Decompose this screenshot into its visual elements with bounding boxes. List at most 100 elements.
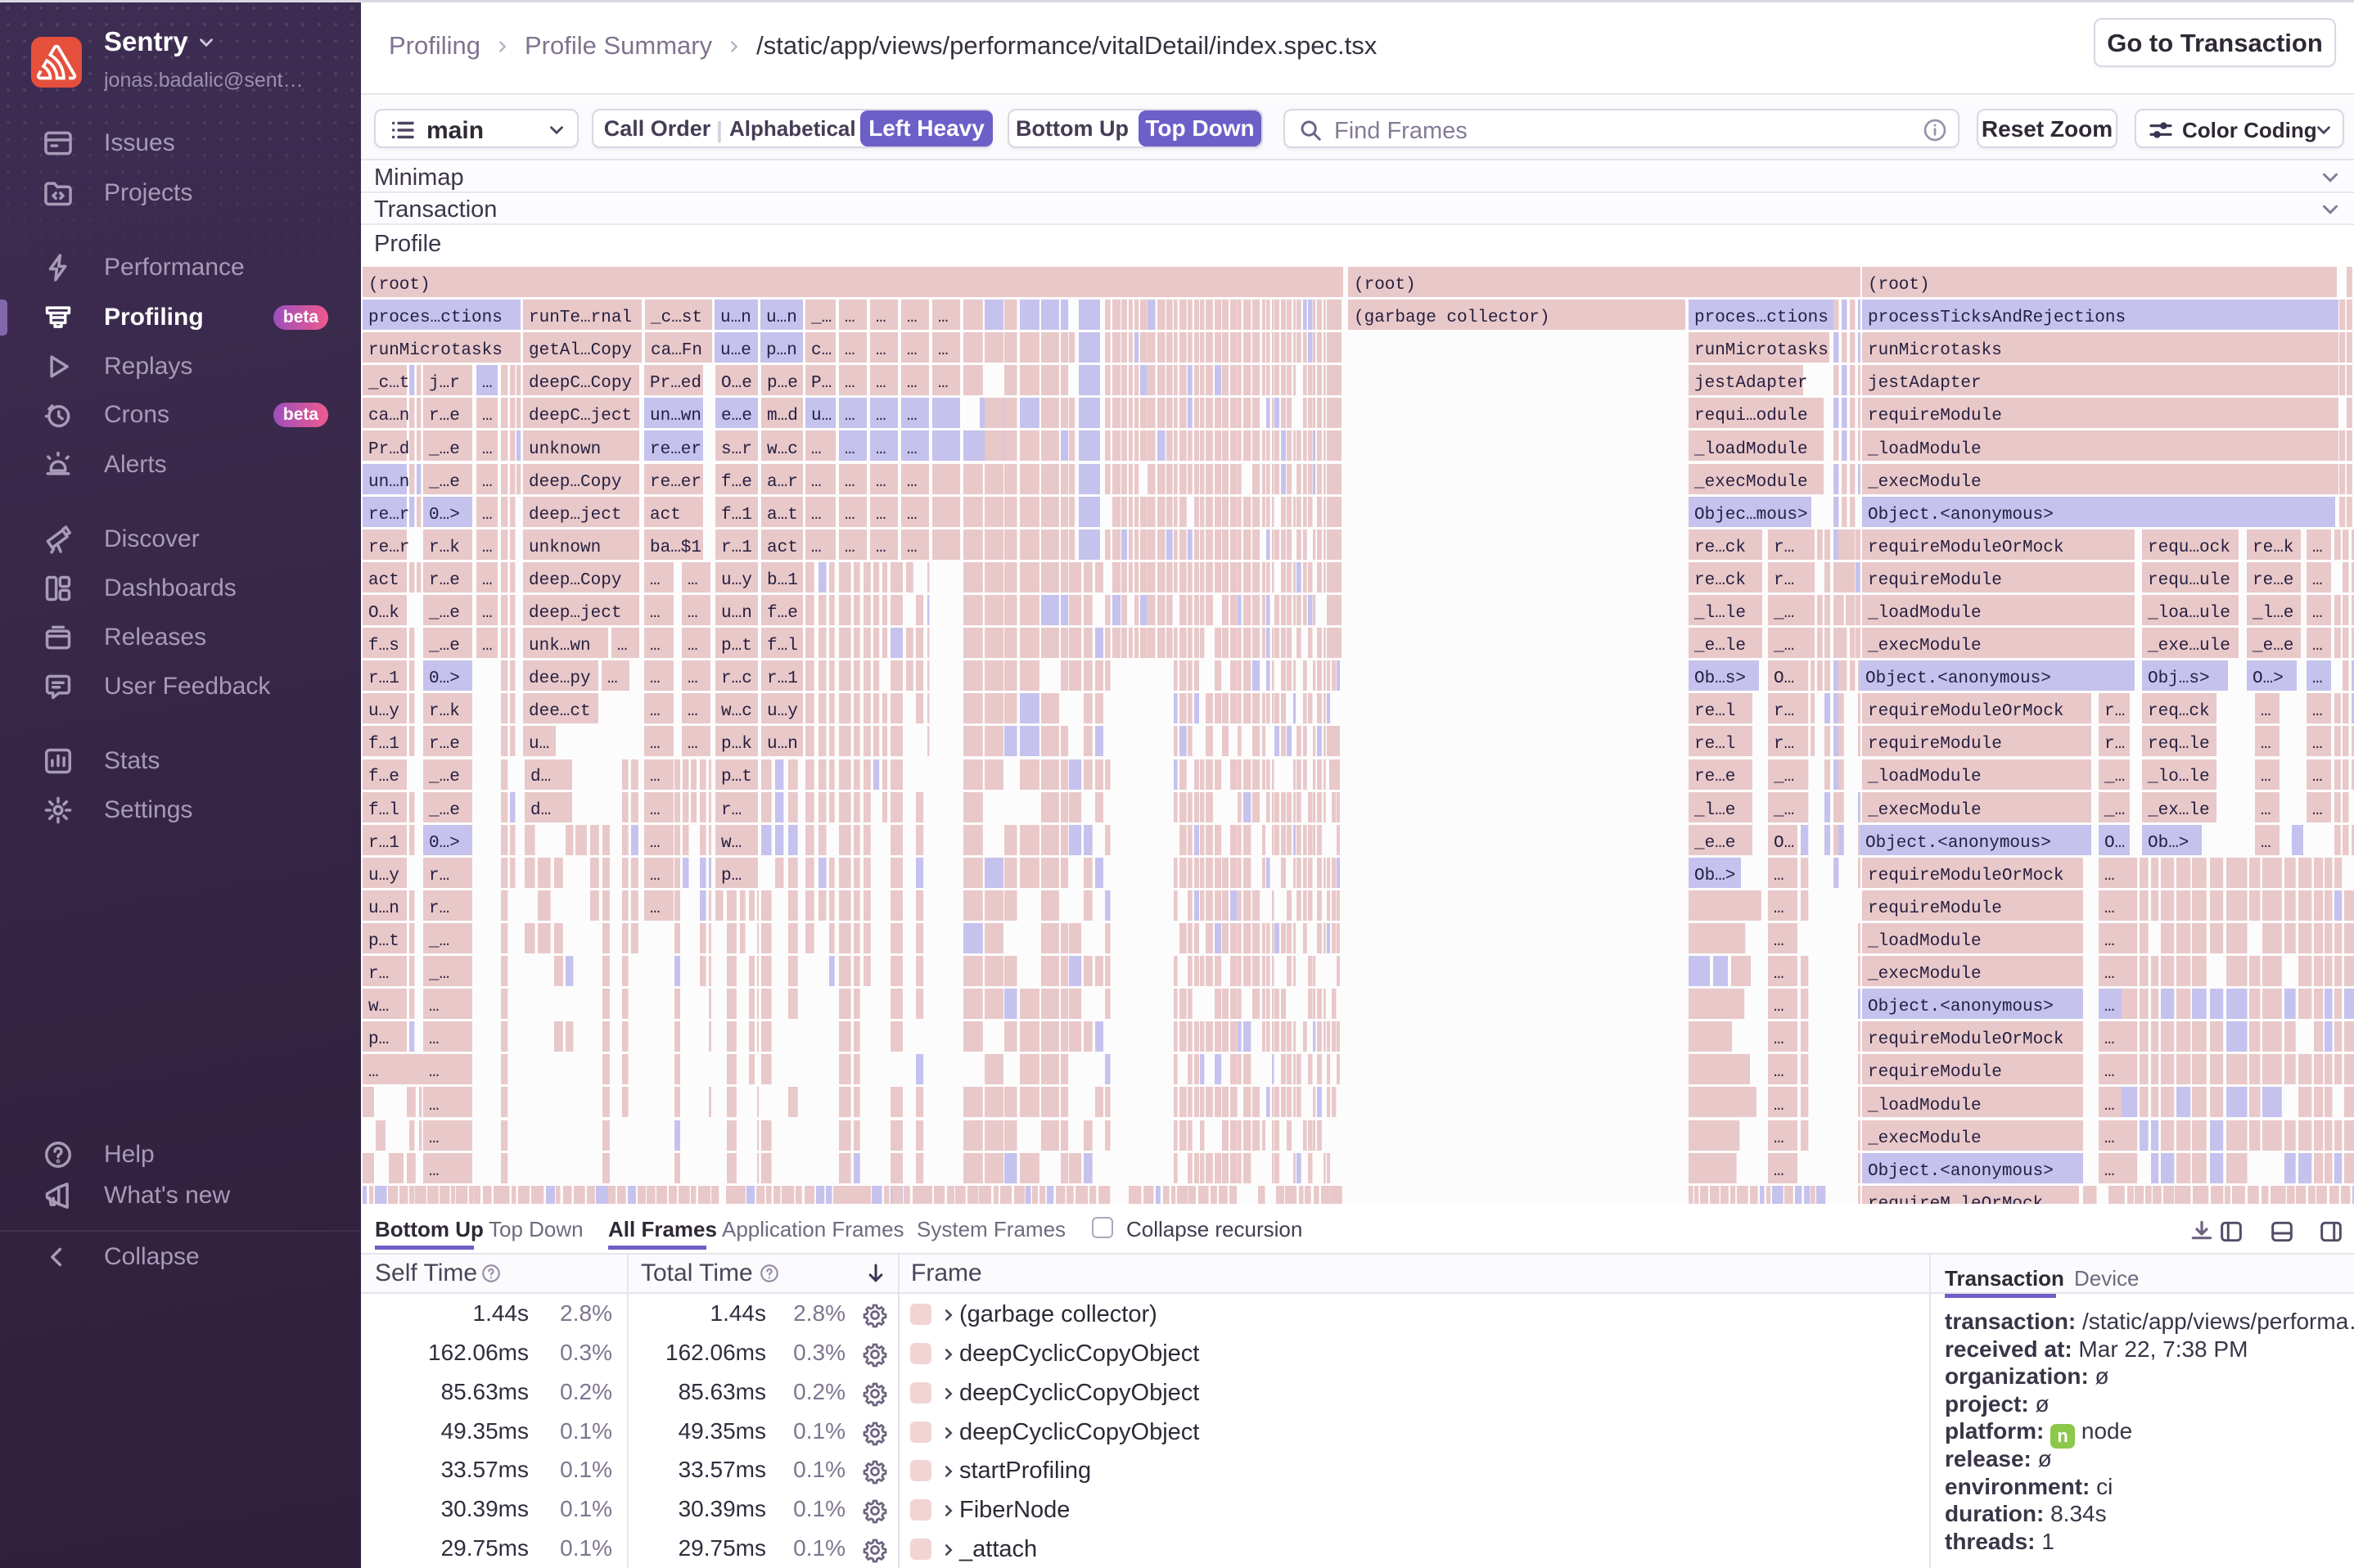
- svg-text:…: …: [2261, 801, 2271, 820]
- svg-text:r…: r…: [2104, 735, 2125, 754]
- svg-text:P…: P…: [811, 374, 832, 393]
- svg-text:re…k: re…k: [2253, 538, 2293, 557]
- svg-text:…: …: [845, 407, 855, 426]
- svg-text:…: …: [876, 374, 886, 393]
- svg-text:_execModule: _execModule: [1867, 1129, 1982, 1148]
- svg-text:_…e: _…e: [428, 440, 460, 459]
- svg-text:0…>: 0…>: [429, 669, 460, 688]
- svg-text:re…e: re…e: [2253, 571, 2293, 590]
- svg-text:O…: O…: [1774, 669, 1794, 688]
- svg-text:r…: r…: [429, 867, 449, 885]
- svg-text:re…r: re…r: [368, 506, 409, 525]
- svg-text:…: …: [688, 702, 698, 721]
- svg-text:…: …: [2312, 669, 2323, 688]
- svg-text:r…c: r…c: [721, 669, 752, 688]
- svg-text:…: …: [2104, 965, 2115, 984]
- svg-text:…: …: [482, 473, 493, 492]
- svg-text:unknown: unknown: [529, 440, 601, 459]
- svg-text:Ob…>: Ob…>: [2148, 834, 2189, 853]
- svg-text:…: …: [688, 604, 698, 623]
- svg-text:p…t: p…t: [368, 932, 399, 951]
- svg-text:getAl…Copy: getAl…Copy: [529, 341, 632, 360]
- svg-text:…: …: [907, 506, 918, 525]
- svg-text:Object.<anonymous>: Object.<anonymous>: [1868, 1162, 2054, 1181]
- svg-text:…: …: [429, 1162, 440, 1181]
- svg-text:O…e: O…e: [721, 374, 752, 393]
- svg-text:u…: u…: [529, 735, 549, 754]
- svg-text:_…: _…: [428, 965, 449, 984]
- svg-text:u…n: u…n: [721, 604, 752, 623]
- svg-text:u…e: u…e: [720, 341, 751, 360]
- svg-text:act: act: [650, 506, 681, 525]
- svg-text:…: …: [650, 768, 661, 786]
- svg-text:…: …: [2104, 998, 2115, 1016]
- svg-text:…: …: [811, 440, 822, 459]
- svg-text:0…>: 0…>: [429, 506, 460, 525]
- svg-text:…: …: [811, 506, 822, 525]
- svg-text:…: …: [2312, 768, 2323, 786]
- svg-text:jestAdapter: jestAdapter: [1868, 374, 1982, 393]
- svg-text:act: act: [368, 571, 399, 590]
- svg-text:…: …: [482, 637, 493, 656]
- svg-text:…: …: [2104, 867, 2115, 885]
- svg-text:u…n: u…n: [767, 735, 798, 754]
- svg-text:(root): (root): [1868, 276, 1930, 295]
- svg-text:…: …: [1774, 965, 1784, 984]
- svg-text:p…t: p…t: [721, 768, 752, 786]
- svg-text:u…y: u…y: [368, 702, 399, 721]
- svg-text:…: …: [688, 735, 698, 754]
- svg-text:p…t: p…t: [721, 637, 752, 656]
- svg-text:w…c: w…c: [721, 702, 752, 721]
- svg-text:u…: u…: [811, 407, 832, 426]
- svg-text:j…r: j…r: [429, 374, 460, 393]
- svg-text:requ…ule: requ…ule: [2148, 571, 2230, 590]
- svg-text:dee…ct: dee…ct: [529, 702, 591, 721]
- svg-text:proces…ctions: proces…ctions: [1694, 309, 1829, 327]
- svg-text:f…e: f…e: [721, 473, 752, 492]
- svg-text:…: …: [907, 473, 918, 492]
- svg-text:u…y: u…y: [368, 867, 399, 885]
- svg-text:r…k: r…k: [429, 702, 460, 721]
- svg-text:r…1: r…1: [767, 669, 798, 688]
- svg-text:_execModule: _execModule: [1693, 473, 1808, 492]
- svg-text:runMicrotasks: runMicrotasks: [1868, 341, 2002, 360]
- svg-text:_…: _…: [1773, 768, 1794, 786]
- svg-text:…: …: [368, 1063, 379, 1082]
- svg-text:s…r: s…r: [721, 440, 752, 459]
- svg-text:runTe…rnal: runTe…rnal: [529, 309, 632, 327]
- svg-text:…: …: [845, 506, 855, 525]
- svg-text:_c…st: _c…st: [650, 309, 702, 327]
- svg-text:Pr…d: Pr…d: [368, 440, 409, 459]
- svg-text:requireModule: requireModule: [1868, 735, 2002, 754]
- svg-text:…: …: [2312, 604, 2323, 623]
- svg-text:deep…ject: deep…ject: [529, 506, 621, 525]
- svg-text:deepC…ject: deepC…ject: [529, 407, 632, 426]
- svg-text:re…ck: re…ck: [1694, 538, 1746, 557]
- svg-text:…: …: [1774, 1097, 1784, 1115]
- svg-text:…: …: [907, 341, 918, 360]
- svg-text:…: …: [845, 538, 855, 557]
- svg-text:requireModule: requireModule: [1868, 571, 2002, 590]
- svg-text:w…c: w…c: [767, 440, 798, 459]
- svg-text:c…: c…: [811, 341, 832, 360]
- svg-text:…: …: [2261, 834, 2271, 853]
- svg-text:r…1: r…1: [368, 669, 399, 688]
- svg-text:…: …: [845, 309, 855, 327]
- svg-text:…: …: [876, 440, 886, 459]
- svg-text:requi…odule: requi…odule: [1694, 407, 1808, 426]
- svg-text:…: …: [2104, 1097, 2115, 1115]
- svg-text:_loadModule: _loadModule: [1867, 604, 1982, 623]
- svg-text:…: …: [482, 374, 493, 393]
- svg-text:dee…py: dee…py: [529, 669, 591, 688]
- svg-text:f…1: f…1: [721, 506, 752, 525]
- svg-text:runMicrotasks: runMicrotasks: [1694, 341, 1829, 360]
- svg-text:…: …: [650, 899, 661, 918]
- svg-text:_…: _…: [2104, 801, 2125, 820]
- svg-text:un…n: un…n: [368, 473, 409, 492]
- svg-text:Pr…ed: Pr…ed: [650, 374, 701, 393]
- svg-text:jestAdapter: jestAdapter: [1694, 374, 1808, 393]
- svg-text:re…e: re…e: [1694, 768, 1735, 786]
- svg-text:…: …: [650, 735, 661, 754]
- svg-text:requireM…leOrMock: requireM…leOrMock: [1868, 1195, 2043, 1204]
- svg-text:…: …: [482, 506, 493, 525]
